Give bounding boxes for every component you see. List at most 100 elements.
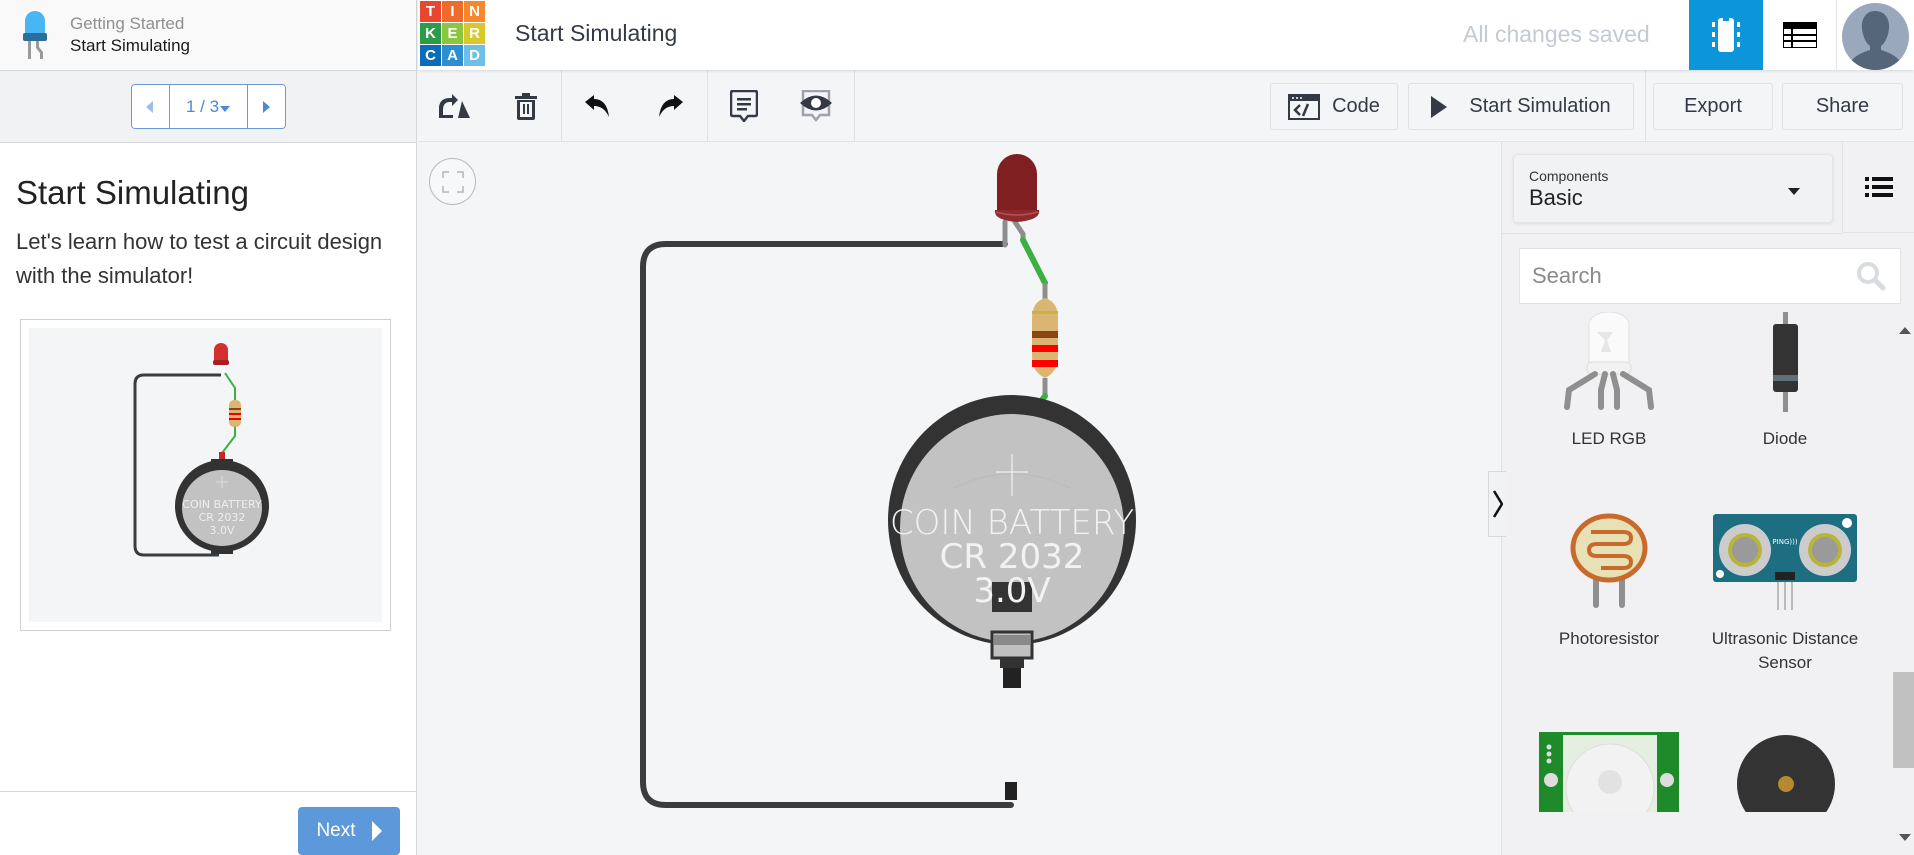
save-status: All changes saved bbox=[1463, 21, 1650, 47]
export-label: Export bbox=[1684, 95, 1742, 117]
lesson-text: Let's learn how to test a circuit design… bbox=[16, 229, 383, 288]
ultrasonic-sensor-image: PING))) bbox=[1713, 514, 1857, 610]
chevron-left-icon bbox=[146, 100, 153, 113]
table-icon bbox=[1782, 22, 1817, 48]
tutorial-header: Getting Started Start Simulating bbox=[0, 0, 416, 71]
component-search bbox=[1519, 248, 1901, 304]
redo-button[interactable] bbox=[650, 88, 690, 124]
logo-tile: C bbox=[420, 45, 441, 66]
logo-tile: K bbox=[420, 23, 441, 44]
red-led[interactable] bbox=[994, 154, 1040, 222]
logo-tile: R bbox=[464, 23, 485, 44]
component-diode[interactable]: Diode bbox=[1697, 312, 1873, 451]
circuit-diagram: COIN BATTERY CR 2032 3.0V bbox=[640, 154, 1136, 808]
notes-icon bbox=[730, 90, 758, 122]
scroll-up-arrow[interactable] bbox=[1899, 327, 1911, 334]
search-icon[interactable] bbox=[1856, 261, 1886, 291]
component-ultrasonic-sensor[interactable]: PING))) Ultrasonic Distance Sensor bbox=[1697, 512, 1873, 675]
component-piezo[interactable] bbox=[1697, 702, 1873, 833]
list-icon bbox=[1865, 177, 1893, 197]
component-pir-sensor[interactable] bbox=[1521, 702, 1697, 833]
logo-tile: T bbox=[420, 1, 441, 22]
code-icon bbox=[1288, 93, 1321, 120]
toggle-notes-visibility-button[interactable] bbox=[796, 88, 836, 124]
logo-tile: E bbox=[442, 23, 463, 44]
user-silhouette-icon bbox=[1846, 11, 1905, 70]
piezo-image bbox=[1737, 735, 1835, 833]
blue-led-icon bbox=[0, 0, 70, 71]
component-grid: LED RGB Diode Photoresistor PING))) Ultr… bbox=[1502, 312, 1895, 855]
page-indicator: 1 / 3 bbox=[185, 96, 220, 116]
toolbar: Code Start Simulation Export Share bbox=[418, 70, 1914, 142]
logo-tile: I bbox=[442, 1, 463, 22]
delete-button[interactable] bbox=[506, 88, 546, 124]
pir-sensor-image bbox=[1539, 732, 1679, 833]
component-led-rgb[interactable]: LED RGB bbox=[1521, 312, 1697, 451]
breadboard-icon bbox=[1712, 18, 1740, 52]
battery-label-3: 3.0V bbox=[973, 571, 1050, 611]
design-title[interactable]: Start Simulating bbox=[515, 20, 677, 47]
page-select[interactable]: 1 / 3 bbox=[168, 85, 248, 128]
component-name: LED RGB bbox=[1571, 429, 1647, 448]
pager-bar: 1 / 3 bbox=[0, 71, 416, 143]
tinkercad-app: Getting Started Start Simulating 1 / 3 S… bbox=[0, 0, 1914, 855]
chevron-right-icon bbox=[263, 100, 270, 113]
scrollbar-thumb[interactable] bbox=[1893, 672, 1914, 768]
logo-tile: A bbox=[442, 45, 463, 66]
tutorial-panel: Getting Started Start Simulating 1 / 3 S… bbox=[0, 0, 417, 855]
lesson-title: Start Simulating bbox=[16, 174, 249, 211]
select-value: Basic bbox=[1529, 185, 1583, 210]
preview-battery-label-3: 3.0V bbox=[209, 524, 234, 537]
scroll-down-arrow[interactable] bbox=[1899, 834, 1911, 841]
circuit-preview-image: COIN BATTERY CR 2032 3.0V bbox=[133, 343, 269, 557]
caret-down-icon bbox=[220, 105, 231, 112]
next-button-label: Next bbox=[316, 820, 356, 841]
circuit-canvas[interactable]: COIN BATTERY CR 2032 3.0V bbox=[418, 142, 1500, 855]
share-label: Share bbox=[1815, 95, 1870, 117]
notes-button[interactable] bbox=[724, 88, 764, 124]
caret-down-icon bbox=[1788, 188, 1800, 195]
top-bar: TIN KER CAD Start Simulating All changes s… bbox=[418, 0, 1914, 70]
rotate-button[interactable] bbox=[434, 88, 474, 124]
rotate-icon bbox=[439, 94, 470, 118]
list-view-toggle[interactable] bbox=[1842, 142, 1914, 233]
led-rgb-image bbox=[1564, 312, 1654, 410]
resistor[interactable] bbox=[1032, 298, 1058, 378]
green-wire-top[interactable] bbox=[1020, 237, 1048, 286]
tutorial-footer: Next bbox=[0, 791, 416, 855]
code-button[interactable]: Code bbox=[1270, 83, 1398, 130]
diode-image bbox=[1773, 312, 1798, 412]
select-label: Components bbox=[1529, 168, 1609, 184]
lesson-content: Start Simulating Let's learn how to test… bbox=[0, 143, 416, 631]
start-simulation-label: Start Simulation bbox=[1469, 95, 1611, 117]
logo-tile: N bbox=[464, 1, 485, 22]
component-name: Photoresistor bbox=[1558, 629, 1660, 648]
collapse-panel-button[interactable] bbox=[1488, 471, 1506, 537]
components-panel: Components Basic Search LED RGB Diode Ph… bbox=[1501, 142, 1914, 855]
tinkercad-logo[interactable]: TIN KER CAD bbox=[420, 1, 485, 66]
prev-page-button[interactable] bbox=[131, 85, 169, 128]
component-name: Ultrasonic Distance Sensor bbox=[1711, 629, 1859, 672]
start-simulation-button[interactable]: Start Simulation bbox=[1408, 83, 1634, 130]
component-list-view-button[interactable] bbox=[1763, 0, 1837, 70]
tutorial-breadcrumb[interactable]: Getting Started bbox=[70, 13, 190, 35]
component-name: Diode bbox=[1762, 429, 1808, 448]
components-category-select[interactable]: Components Basic bbox=[1513, 154, 1833, 223]
lesson-pager: 1 / 3 bbox=[130, 84, 286, 129]
photoresistor-image bbox=[1570, 513, 1648, 608]
play-arrow-icon bbox=[371, 821, 382, 841]
svg-text:PING))): PING))) bbox=[1772, 538, 1797, 546]
preview-battery-label-2: CR 2032 bbox=[199, 511, 246, 524]
circuit-view-button[interactable] bbox=[1689, 0, 1763, 70]
export-button[interactable]: Export bbox=[1653, 83, 1773, 130]
lesson-image: COIN BATTERY CR 2032 3.0V bbox=[20, 319, 391, 631]
user-avatar[interactable] bbox=[1842, 3, 1909, 70]
next-page-button[interactable] bbox=[247, 85, 285, 128]
component-photoresistor[interactable]: Photoresistor bbox=[1521, 512, 1697, 651]
eye-icon bbox=[800, 90, 832, 122]
undo-button[interactable] bbox=[578, 88, 618, 124]
next-button[interactable]: Next bbox=[298, 807, 400, 855]
search-input[interactable] bbox=[1520, 249, 1840, 303]
undo-icon bbox=[585, 95, 609, 117]
share-button[interactable]: Share bbox=[1782, 83, 1903, 130]
